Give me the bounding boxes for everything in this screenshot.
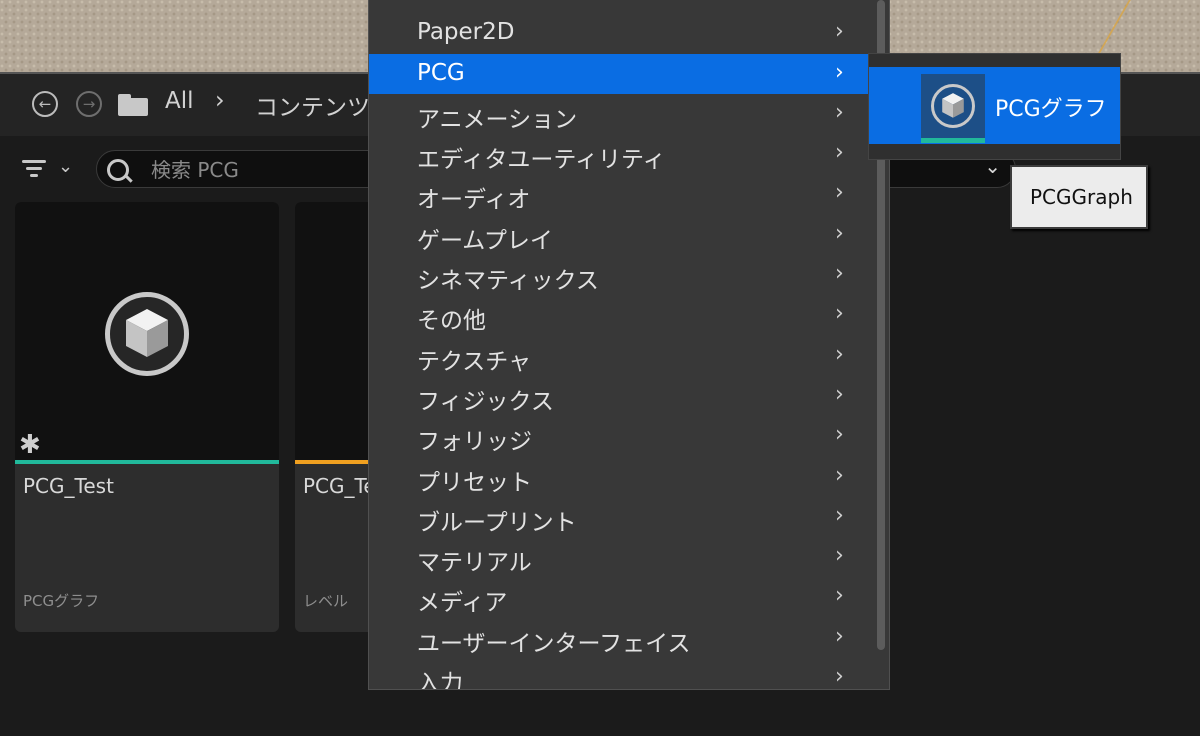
menu-item-audio[interactable]: オーディオ › <box>369 174 869 214</box>
menu-list: FX› Paper2D› PCG› アニメーション› エディタユーティリティ› … <box>369 0 869 690</box>
breadcrumb-content[interactable]: コンテンツ <box>255 88 370 122</box>
tooltip: PCGGraph <box>1010 165 1148 229</box>
asset-type: PCGグラフ <box>23 592 100 610</box>
menu-item-user-interface[interactable]: ユーザーインターフェイス › <box>369 618 869 658</box>
menu-item-label: PCG <box>417 59 465 86</box>
folder-icon[interactable] <box>118 94 148 116</box>
menu-item-material[interactable]: マテリアル › <box>369 537 869 577</box>
menu-item-label: メディア <box>417 590 508 617</box>
chevron-right-icon: › <box>835 19 844 45</box>
back-arrow-icon[interactable]: ← <box>32 91 58 117</box>
asset-name: PCG_Te <box>303 474 376 498</box>
menu-item-pcg[interactable]: PCG › <box>369 53 869 94</box>
forward-arrow-icon[interactable]: → <box>76 91 102 117</box>
menu-item-texture[interactable]: テクスチャ › <box>369 336 869 376</box>
submenu-item-label: PCGグラフ <box>995 97 1107 122</box>
menu-item-fx[interactable]: FX › <box>369 0 869 13</box>
menu-item-label: ゲームプレイ <box>417 227 553 254</box>
menu-item-label: Paper2D <box>417 19 515 46</box>
chevron-right-icon: › <box>835 341 844 367</box>
chevron-right-icon: › <box>835 543 844 569</box>
asset-type-bar <box>15 460 279 464</box>
submenu-item-pcg-graph[interactable]: PCGグラフ <box>869 67 1120 144</box>
pcg-cube-icon <box>921 74 985 138</box>
menu-item-label: ブループリント <box>417 509 577 536</box>
modified-asterisk-icon: ✱ <box>19 430 41 460</box>
menu-item-animation[interactable]: アニメーション › <box>369 94 869 134</box>
menu-item-label: その他 <box>417 308 486 335</box>
chevron-right-icon: › <box>835 180 844 206</box>
chevron-right-icon: › <box>835 261 844 287</box>
menu-item-blueprint[interactable]: ブループリント › <box>369 497 869 537</box>
asset-name: PCG_Test <box>23 474 114 498</box>
menu-item-label: テクスチャ <box>417 348 532 375</box>
menu-item-editor-utility[interactable]: エディタユーティリティ › <box>369 134 869 174</box>
menu-item-label: シネマティックス <box>417 268 599 295</box>
menu-item-media[interactable]: メディア › <box>369 577 869 617</box>
chevron-right-icon: › <box>835 422 844 448</box>
menu-item-label: アニメーション <box>417 106 578 133</box>
menu-item-paper2d[interactable]: Paper2D › <box>369 13 869 53</box>
chevron-right-icon: › <box>835 220 844 246</box>
menu-item-label: フォリッジ <box>417 429 532 456</box>
chevron-right-icon: › <box>835 462 844 488</box>
menu-item-label: マテリアル <box>417 550 532 577</box>
menu-item-physics[interactable]: フィジックス › <box>369 376 869 416</box>
pcg-submenu: PCGグラフ <box>868 53 1121 160</box>
chevron-right-icon: › <box>835 99 844 125</box>
breadcrumb-chevron-icon: › <box>215 86 225 114</box>
chevron-right-icon: › <box>835 140 844 166</box>
asset-color-bar <box>921 138 985 143</box>
menu-item-label: FX <box>417 0 446 5</box>
chevron-right-icon: › <box>835 0 844 4</box>
chevron-right-icon: › <box>835 623 844 649</box>
menu-item-label: 入力 <box>417 671 463 690</box>
menu-item-label: ユーザーインターフェイス <box>417 630 691 657</box>
asset-thumbnail: ✱ <box>15 202 279 460</box>
asset-tile-pcg-test[interactable]: ✱ PCG_Test PCGグラフ <box>15 202 279 632</box>
filter-button[interactable]: ⌄ <box>22 156 82 182</box>
chevron-right-icon: › <box>835 381 844 407</box>
search-icon <box>107 159 129 181</box>
menu-item-label: エディタユーティリティ <box>417 147 666 174</box>
menu-item-label: フィジックス <box>417 388 554 415</box>
chevron-down-icon: ⌄ <box>58 156 74 177</box>
menu-item-preset[interactable]: プリセット › <box>369 457 869 497</box>
breadcrumb-all[interactable]: All <box>165 88 194 114</box>
asset-type: レベル <box>303 592 349 610</box>
menu-item-label: プリセット <box>417 469 532 496</box>
menu-item-foliage[interactable]: フォリッジ › <box>369 416 869 456</box>
menu-item-input[interactable]: 入力 › <box>369 658 869 690</box>
asset-category-menu: FX› Paper2D› PCG› アニメーション› エディタユーティリティ› … <box>368 0 890 690</box>
chevron-right-icon: › <box>835 59 844 85</box>
tooltip-text: PCGGraph <box>1030 185 1133 209</box>
pcg-cube-icon <box>105 292 189 376</box>
menu-item-cinematics[interactable]: シネマティックス › <box>369 255 869 295</box>
chevron-right-icon: › <box>835 301 844 327</box>
chevron-right-icon: › <box>835 502 844 528</box>
menu-item-gameplay[interactable]: ゲームプレイ › <box>369 215 869 255</box>
menu-item-misc[interactable]: その他 › <box>369 295 869 335</box>
chevron-right-icon: › <box>835 664 844 690</box>
chevron-right-icon: › <box>835 583 844 609</box>
menu-item-label: オーディオ <box>417 187 531 214</box>
